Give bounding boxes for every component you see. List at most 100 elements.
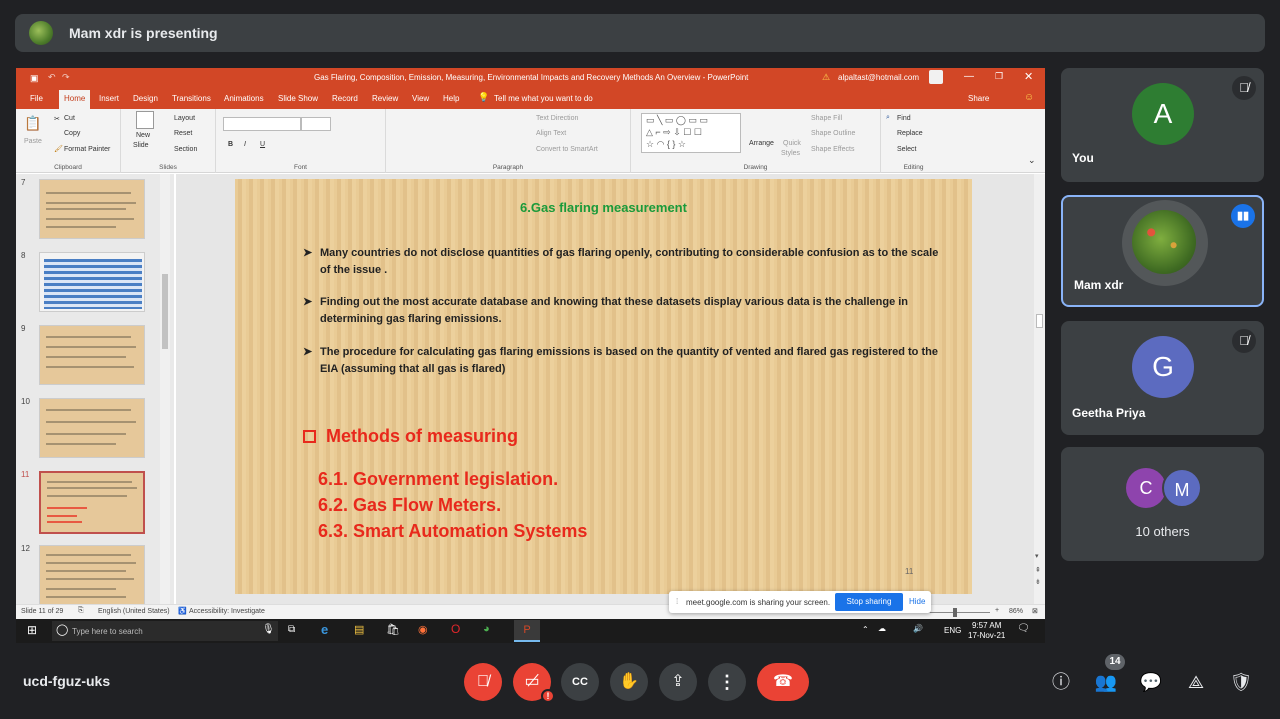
thumbnails-scrollbar[interactable] xyxy=(160,174,170,604)
select-button[interactable]: Select xyxy=(897,146,916,153)
activities-button[interactable]: ⟁ xyxy=(1184,670,1208,694)
close-icon[interactable]: ✕ xyxy=(1024,70,1033,83)
meeting-details-button[interactable]: ⓘ xyxy=(1049,670,1073,694)
shape-outline-button[interactable]: Shape Outline xyxy=(811,130,855,137)
participant-tile-presenter[interactable]: ▮▮ Mam xdr xyxy=(1061,195,1264,307)
layout-button[interactable]: Layout xyxy=(174,115,195,122)
tray-network-icon[interactable]: ☁ xyxy=(878,624,886,633)
minimize-icon[interactable]: — xyxy=(964,71,974,82)
slide-thumbnail-12[interactable] xyxy=(39,545,145,605)
accessibility-status[interactable]: Accessibility: Investigate xyxy=(189,608,265,615)
language-status[interactable]: English (United States) xyxy=(98,608,170,615)
arrange-button[interactable]: Arrange xyxy=(749,140,774,147)
tab-review[interactable]: Review xyxy=(372,94,398,103)
zoom-level[interactable]: 86% xyxy=(1009,608,1023,615)
new-slide-button[interactable]: New xyxy=(136,132,150,139)
font-name-box[interactable] xyxy=(223,117,301,131)
scroll-down-icon[interactable]: ▾ xyxy=(1035,552,1039,560)
people-button[interactable]: 👥 14 xyxy=(1094,654,1125,694)
present-button[interactable]: ⇪ xyxy=(659,663,697,701)
next-slide-icon[interactable]: ⇟ xyxy=(1035,578,1041,586)
cut-button[interactable]: Cut xyxy=(64,115,75,122)
account-avatar[interactable] xyxy=(929,70,943,84)
spellcheck-icon[interactable]: ⎘ xyxy=(78,607,84,615)
convert-smartart-button[interactable]: Convert to SmartArt xyxy=(536,146,598,153)
quick-styles-button-line2[interactable]: Styles xyxy=(781,150,800,157)
collapse-ribbon-icon[interactable]: ⌄ xyxy=(1028,155,1036,166)
opera-icon[interactable]: O xyxy=(451,622,460,636)
stop-sharing-button[interactable]: Stop sharing xyxy=(835,593,903,611)
notifications-icon[interactable]: 🗨 xyxy=(1017,623,1030,634)
replace-button[interactable]: Replace xyxy=(897,130,923,137)
tray-date[interactable]: 17-Nov-21 xyxy=(968,631,1005,640)
redo-icon[interactable]: ↷ xyxy=(62,72,70,83)
camera-toggle-button[interactable]: ▭̸ ! xyxy=(513,663,555,703)
slide-scrollbar[interactable]: ▾ ⇞ ⇟ xyxy=(1034,174,1045,604)
paste-icon[interactable]: 📋 xyxy=(24,115,41,132)
new-slide-icon[interactable] xyxy=(136,111,154,129)
tray-chevron-icon[interactable]: ⌃ xyxy=(862,625,869,634)
taskbar-mic-icon[interactable]: 🎙 xyxy=(262,624,275,635)
italic-icon[interactable]: I xyxy=(244,141,246,148)
find-icon[interactable]: ⌕ xyxy=(886,114,890,122)
tab-home[interactable]: Home xyxy=(59,90,91,109)
smiley-icon[interactable]: ☺ xyxy=(1024,92,1034,103)
format-painter-button[interactable]: Format Painter xyxy=(64,146,110,153)
align-text-button[interactable]: Align Text xyxy=(536,130,566,137)
find-button[interactable]: Find xyxy=(897,115,911,122)
mic-toggle-button[interactable]: 🎙̸ xyxy=(464,663,502,701)
reset-button[interactable]: Reset xyxy=(174,130,192,137)
chat-button[interactable]: 💬 xyxy=(1139,670,1163,694)
maximize-icon[interactable]: ❐ xyxy=(995,71,1003,82)
quick-styles-button[interactable]: Quick xyxy=(783,140,801,147)
section-button[interactable]: Section xyxy=(174,146,197,153)
account-email[interactable]: alpaltast@hotmail.com xyxy=(838,73,919,82)
tray-time[interactable]: 9:57 AM xyxy=(972,621,1001,630)
edge-icon[interactable]: e xyxy=(321,622,328,637)
new-slide-button-line2[interactable]: Slide xyxy=(133,142,149,149)
tab-view[interactable]: View xyxy=(412,94,429,103)
text-direction-button[interactable]: Text Direction xyxy=(536,115,578,122)
participant-tile-geetha[interactable]: G 🎙̸ Geetha Priya xyxy=(1061,321,1264,435)
taskbar-search[interactable]: ◯ Type here to search 🎙 xyxy=(52,621,278,641)
host-controls-button[interactable]: 🛡 xyxy=(1229,670,1253,694)
prev-slide-icon[interactable]: ⇞ xyxy=(1035,566,1041,574)
format-painter-icon[interactable]: 🖌 xyxy=(54,145,63,153)
copy-button[interactable]: Copy xyxy=(64,130,80,137)
current-slide[interactable]: 6.Gas flaring measurement ➤ Many countrie… xyxy=(235,179,972,594)
tab-design[interactable]: Design xyxy=(133,94,158,103)
zoom-slider-thumb[interactable] xyxy=(953,608,957,617)
windows-start-icon[interactable]: ⊞ xyxy=(27,623,37,637)
undo-icon[interactable]: ↶ xyxy=(48,72,56,83)
share-button[interactable]: Share xyxy=(968,94,989,103)
captions-button[interactable]: CC xyxy=(561,663,599,701)
participant-tile-others[interactable]: C M 10 others xyxy=(1061,447,1264,561)
paste-button[interactable]: Paste xyxy=(24,138,42,145)
participant-tile-you[interactable]: A 🎙̸ You xyxy=(1061,68,1264,182)
cut-icon[interactable]: ✂ xyxy=(54,115,60,123)
hide-button[interactable]: Hide xyxy=(909,597,925,606)
zoom-in-icon[interactable]: + xyxy=(995,607,999,614)
tab-slide-show[interactable]: Slide Show xyxy=(278,94,318,103)
tab-file[interactable]: File xyxy=(30,94,43,103)
task-view-icon[interactable]: ⧉ xyxy=(288,624,295,635)
shape-fill-button[interactable]: Shape Fill xyxy=(811,115,842,122)
tray-language[interactable]: ENG xyxy=(944,626,961,635)
raise-hand-button[interactable]: ✋ xyxy=(610,663,648,701)
slide-thumbnail-8[interactable] xyxy=(39,252,145,312)
shapes-gallery[interactable]: ▭ ╲ ▭ ◯ ▭ ▭ △ ⌐ ⇨ ⇩ ☐ ☐ ☆ ◠ { } ☆ xyxy=(641,113,741,153)
tell-me-box[interactable]: Tell me what you want to do xyxy=(494,94,593,103)
font-size-box[interactable] xyxy=(301,117,331,131)
bold-icon[interactable]: B xyxy=(228,141,233,148)
tab-help[interactable]: Help xyxy=(443,94,459,103)
tab-transitions[interactable]: Transitions xyxy=(172,94,211,103)
fit-slide-icon[interactable]: ⊠ xyxy=(1032,607,1038,615)
powerpoint-taskbar-icon[interactable]: P xyxy=(514,620,540,642)
shape-effects-button[interactable]: Shape Effects xyxy=(811,146,854,153)
store-icon[interactable]: 🛍 xyxy=(386,623,400,636)
tab-insert[interactable]: Insert xyxy=(99,94,119,103)
tab-record[interactable]: Record xyxy=(332,94,358,103)
drag-handle-icon[interactable]: ⁞ xyxy=(676,597,678,606)
underline-icon[interactable]: U xyxy=(260,141,265,148)
slide-thumbnail-10[interactable] xyxy=(39,398,145,458)
